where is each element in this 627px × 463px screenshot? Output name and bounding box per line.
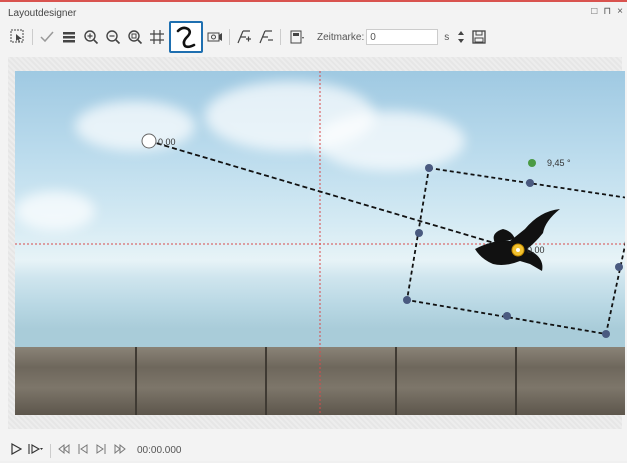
play-from-button[interactable] — [28, 443, 44, 458]
film-icon — [207, 32, 222, 42]
pin-button[interactable]: ⊓ — [603, 6, 611, 17]
grid-button[interactable] — [147, 27, 167, 47]
zoom-in-button[interactable] — [81, 27, 101, 47]
workspace: 0,00 0,00 9,45 ° — [8, 57, 625, 429]
resize-handle-bottom[interactable] — [503, 312, 511, 320]
layout-dropdown-button[interactable] — [285, 27, 311, 47]
save-button[interactable] — [469, 27, 489, 47]
resize-handle-left[interactable] — [415, 229, 423, 237]
zoom-fit-icon — [128, 30, 143, 45]
zoom-fit-button[interactable] — [125, 27, 145, 47]
fast-forward-button[interactable] — [113, 443, 127, 458]
toolbar: Zeitmarke: 0 s — [0, 21, 627, 53]
resize-handle-bottom-left[interactable] — [403, 296, 411, 304]
close-button[interactable]: × — [617, 6, 623, 17]
layout-icon — [290, 30, 304, 44]
zoom-out-button[interactable] — [103, 27, 123, 47]
play-button[interactable] — [10, 442, 23, 458]
rewind-button[interactable] — [57, 443, 71, 458]
window-controls: □ ⊓ × — [591, 6, 623, 17]
resize-handle-right[interactable] — [615, 263, 623, 271]
zoom-out-icon — [106, 30, 121, 45]
play-from-icon — [28, 444, 43, 454]
add-keyframe-button[interactable] — [234, 27, 254, 47]
remove-keyframe-icon — [259, 30, 273, 44]
remove-keyframe-button[interactable] — [256, 27, 276, 47]
fast-forward-icon — [114, 443, 126, 455]
playback-time: 00:00.000 — [137, 445, 182, 456]
layoutdesigner-window: Layoutdesigner □ ⊓ × Zeitmarke: 0 s 0,00… — [0, 0, 627, 461]
zeitmarke-spinner[interactable] — [455, 27, 467, 47]
preview-canvas[interactable]: 0,00 0,00 9,45 ° — [15, 71, 625, 415]
next-frame-icon — [96, 444, 106, 454]
resize-handle-top-left[interactable] — [425, 164, 433, 172]
toolbar-separator — [229, 29, 230, 45]
playback-bar: 00:00.000 — [0, 438, 627, 463]
next-frame-button[interactable] — [95, 443, 107, 458]
check-button[interactable] — [37, 27, 57, 47]
previous-frame-button[interactable] — [77, 443, 89, 458]
rewind-icon — [58, 443, 70, 455]
end-point-label: 0,00 — [527, 245, 545, 255]
rotation-label: 9,45 ° — [547, 158, 571, 168]
resize-handle-top[interactable] — [526, 179, 534, 187]
toolbar-separator — [32, 29, 33, 45]
path-overlay: 0,00 0,00 9,45 ° — [15, 71, 625, 415]
resize-handle-bottom-right[interactable] — [602, 330, 610, 338]
anchor-point-icon[interactable] — [511, 243, 525, 257]
zeitmarke-unit: s — [444, 31, 450, 43]
motion-path-line — [148, 140, 519, 251]
title-bar: Layoutdesigner □ ⊓ × — [0, 4, 627, 22]
add-keyframe-icon — [237, 30, 251, 44]
select-tool-button[interactable] — [8, 27, 28, 47]
playback-separator — [50, 443, 51, 458]
start-point-handle[interactable] — [141, 133, 157, 149]
spinner-icon — [458, 31, 465, 43]
bars-icon — [63, 32, 75, 43]
check-icon — [40, 31, 54, 43]
curve-path-icon — [176, 26, 196, 49]
window-title: Layoutdesigner — [8, 7, 77, 19]
select-icon — [10, 29, 24, 43]
path-tool-button[interactable] — [169, 21, 203, 53]
black-bird — [475, 209, 560, 271]
zoom-in-icon — [84, 30, 99, 45]
start-point-label: 0,00 — [158, 137, 176, 147]
bars-button[interactable] — [59, 27, 79, 47]
zeitmarke-label: Zeitmarke: — [317, 31, 365, 43]
rotate-handle[interactable] — [528, 159, 536, 167]
previous-frame-icon — [78, 444, 88, 454]
restore-button[interactable]: □ — [591, 6, 597, 17]
play-icon — [11, 442, 23, 456]
grid-icon — [150, 30, 164, 44]
save-icon — [472, 30, 486, 44]
film-button[interactable] — [205, 27, 225, 47]
toolbar-separator — [280, 29, 281, 45]
zeitmarke-input[interactable]: 0 — [366, 29, 439, 45]
